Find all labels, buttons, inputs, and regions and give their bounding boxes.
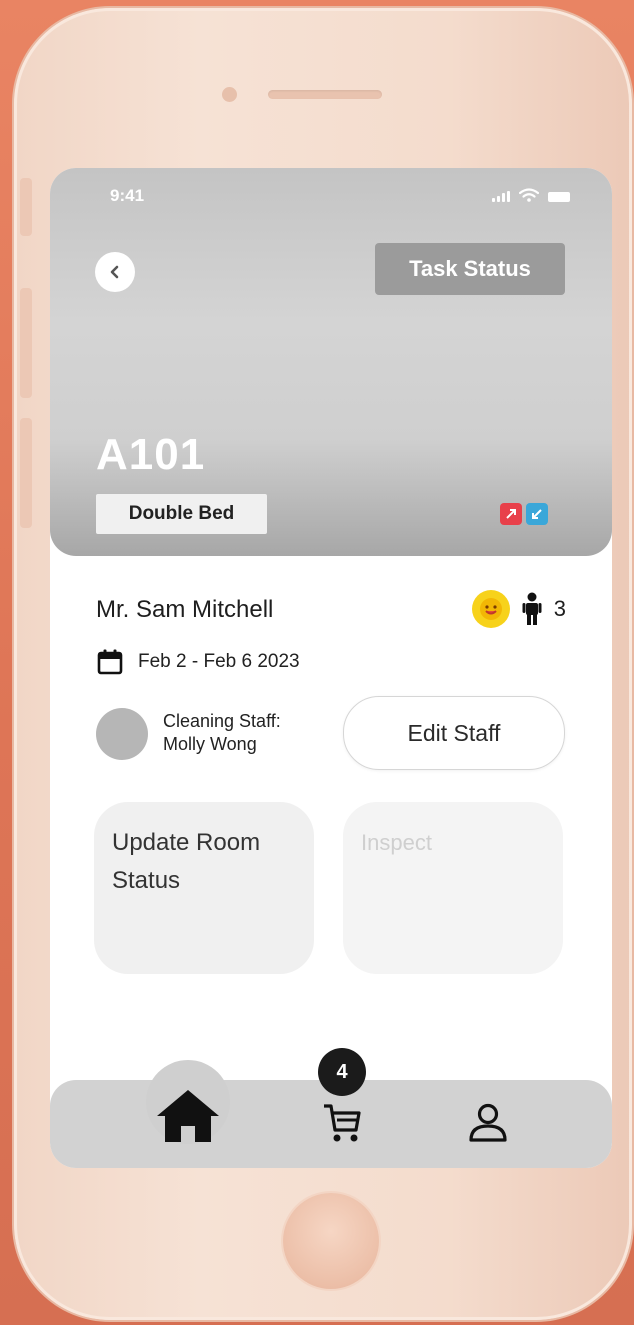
cart-badge: 4 bbox=[318, 1048, 366, 1096]
task-status-button[interactable]: Task Status bbox=[375, 243, 565, 295]
cleaning-staff-name: Molly Wong bbox=[163, 734, 257, 754]
volume-up-button bbox=[20, 288, 32, 398]
chevron-left-icon bbox=[110, 265, 119, 279]
home-icon bbox=[157, 1090, 219, 1142]
bed-type-badge: Double Bed bbox=[96, 494, 267, 534]
cleaning-staff-info: Cleaning Staff: Molly Wong bbox=[163, 710, 281, 756]
phone-home-button bbox=[283, 1193, 379, 1289]
cart-icon bbox=[324, 1104, 361, 1142]
calendar-icon bbox=[97, 649, 123, 675]
smiley-badge-icon bbox=[471, 590, 510, 628]
room-number: A101 bbox=[96, 430, 206, 479]
stay-dates-row: Feb 2 - Feb 6 2023 bbox=[96, 648, 300, 676]
battery-icon bbox=[548, 192, 570, 202]
volume-down-button bbox=[20, 418, 32, 528]
nav-cart[interactable] bbox=[312, 1098, 372, 1148]
inspect-card[interactable]: Inspect bbox=[343, 802, 563, 974]
nav-profile[interactable] bbox=[460, 1098, 516, 1148]
stay-dates: Feb 2 - Feb 6 2023 bbox=[138, 651, 300, 672]
update-room-status-card[interactable]: Update Room Status bbox=[94, 802, 314, 974]
cleaning-staff-label: Cleaning Staff: bbox=[163, 711, 281, 731]
nav-home[interactable] bbox=[150, 1084, 226, 1148]
status-icons bbox=[492, 188, 570, 202]
guest-count: 3 bbox=[553, 596, 566, 621]
staff-avatar bbox=[96, 708, 148, 760]
profile-icon bbox=[469, 1103, 507, 1142]
status-time: 9:41 bbox=[110, 186, 145, 205]
earpiece-speaker bbox=[268, 90, 382, 99]
front-camera bbox=[222, 87, 237, 102]
cellular-signal-icon bbox=[492, 191, 510, 202]
guest-meta: 3 bbox=[471, 590, 566, 628]
person-icon bbox=[522, 592, 542, 625]
back-button[interactable] bbox=[95, 252, 135, 292]
edit-staff-button[interactable]: Edit Staff bbox=[343, 696, 565, 770]
mute-switch bbox=[20, 178, 32, 236]
exit-icon bbox=[500, 503, 522, 525]
guest-name: Mr. Sam Mitchell bbox=[96, 596, 274, 623]
room-feature-icons bbox=[500, 503, 548, 525]
wifi-icon bbox=[519, 188, 539, 202]
app-screen: 9:41 Task Status A101 Double Bed Mr. Sam… bbox=[50, 168, 612, 1168]
enter-icon bbox=[526, 503, 548, 525]
